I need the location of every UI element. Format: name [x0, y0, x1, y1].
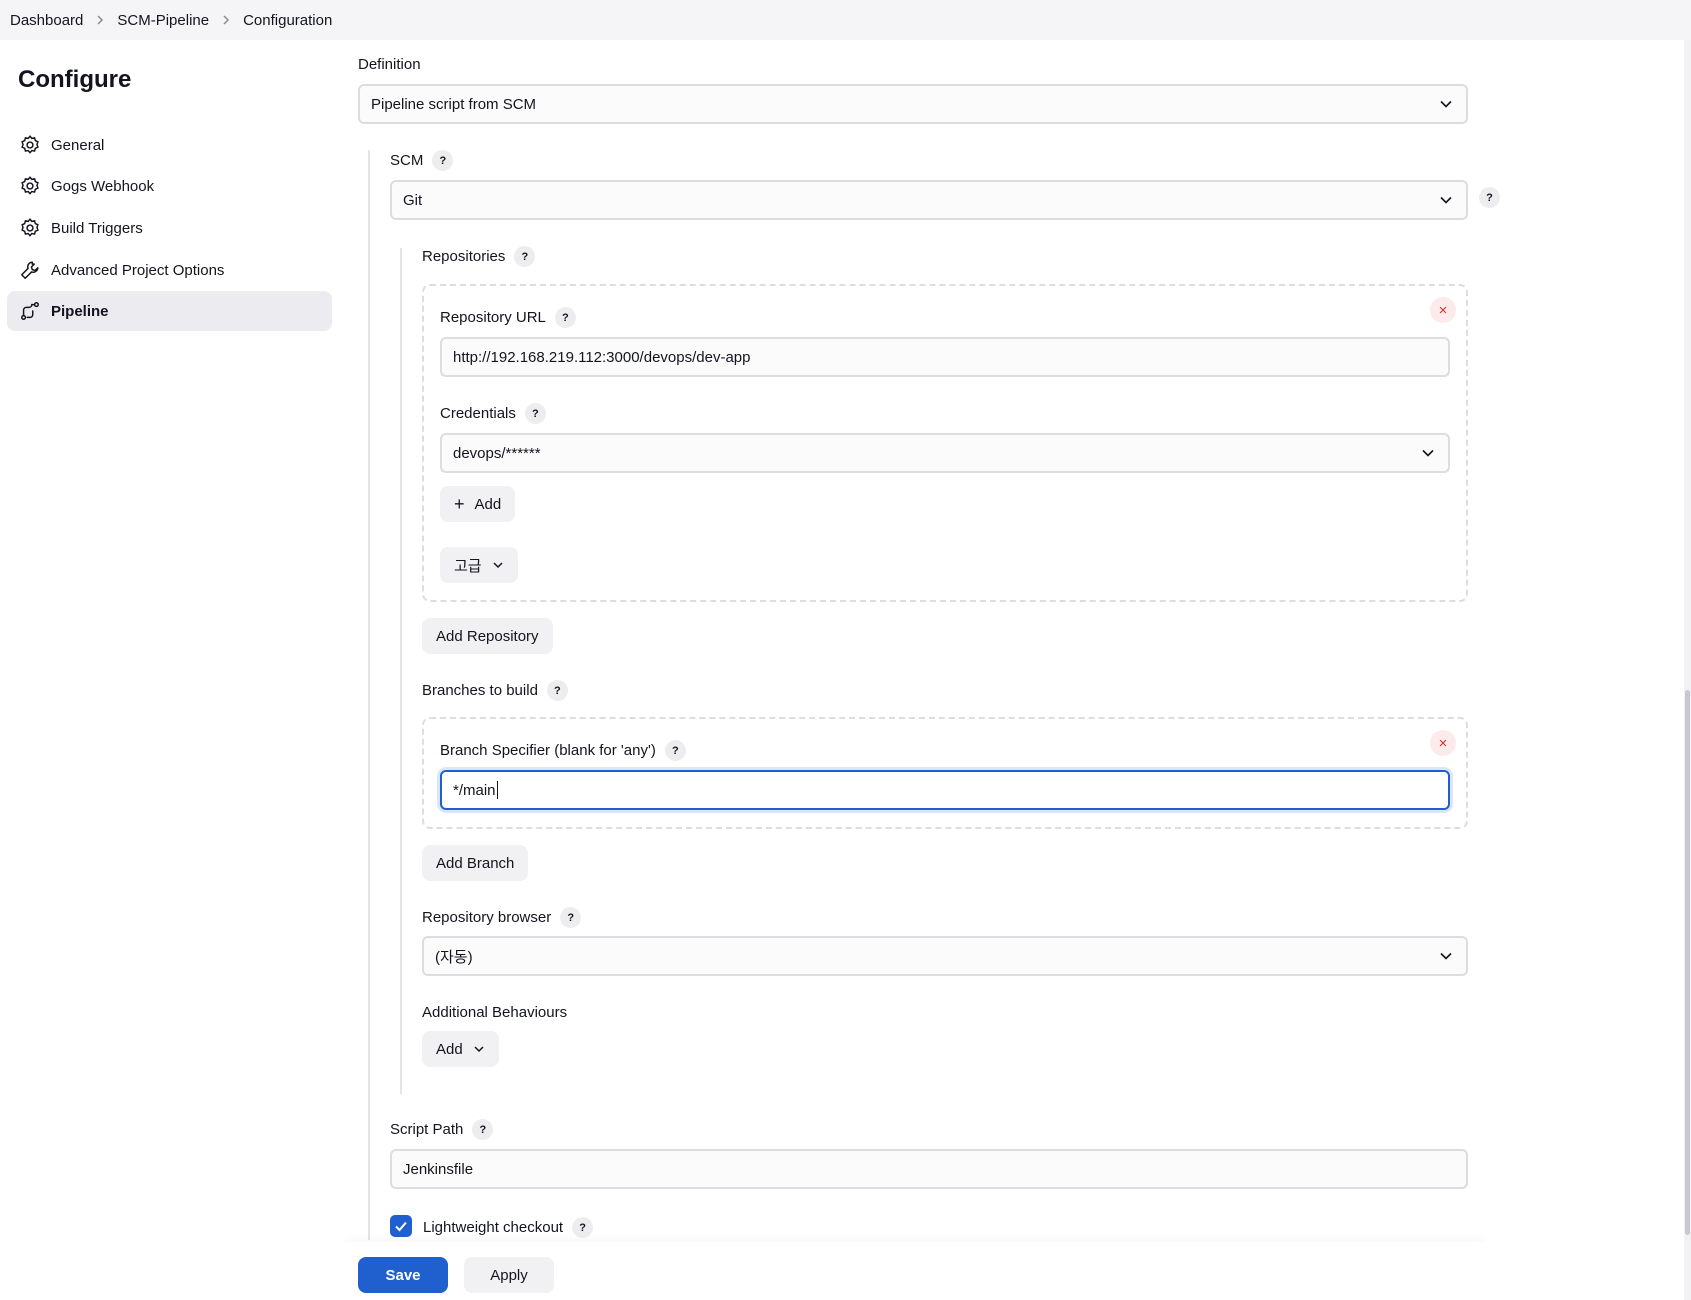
repository-browser-label-text: Repository browser: [422, 909, 552, 926]
lightweight-checkout-label: Lightweight checkout ?: [423, 1217, 594, 1238]
help-icon[interactable]: ?: [560, 907, 582, 928]
sidebar-item-label: General: [51, 136, 105, 154]
sidebar-item-general[interactable]: General: [7, 125, 332, 165]
repository-url-value: http://192.168.219.112:3000/devops/dev-a…: [453, 348, 751, 366]
apply-label: Apply: [490, 1266, 528, 1284]
breadcrumb: Dashboard SCM-Pipeline Configuration: [0, 0, 1691, 40]
script-path-input[interactable]: Jenkinsfile: [390, 1149, 1468, 1189]
page-title: Configure: [18, 66, 132, 93]
add-repository-button[interactable]: Add Repository: [422, 618, 553, 654]
add-credentials-button[interactable]: + Add: [440, 486, 516, 522]
gear-icon: [19, 134, 41, 156]
repository-url-input[interactable]: http://192.168.219.112:3000/devops/dev-a…: [440, 337, 1450, 377]
sidebar-item-label: Gogs Webhook: [51, 177, 155, 195]
script-path-label-text: Script Path: [390, 1121, 464, 1138]
branch-specifier-label: Branch Specifier (blank for 'any') ?: [440, 740, 686, 761]
advanced-label: 고급: [454, 557, 482, 575]
advanced-button[interactable]: 고급: [440, 547, 518, 583]
scm-select[interactable]: Git: [390, 180, 1468, 220]
chevron-down-icon: [1422, 449, 1434, 457]
help-icon[interactable]: ?: [432, 150, 454, 171]
help-icon[interactable]: ?: [472, 1119, 494, 1140]
section-indent-line: [368, 150, 370, 1240]
sidebar-item-advanced-project-options[interactable]: Advanced Project Options: [7, 250, 332, 290]
chevron-down-icon: [1440, 952, 1452, 960]
repositories-label-text: Repositories: [422, 248, 506, 265]
branches-label: Branches to build ?: [422, 680, 568, 701]
chevron-right-icon: [209, 15, 243, 25]
wrench-icon: [19, 259, 41, 281]
help-icon[interactable]: ?: [554, 307, 576, 328]
repository-browser-select[interactable]: (자동): [422, 936, 1468, 976]
sidebar-item-label: Pipeline: [51, 302, 109, 320]
script-path-label: Script Path ?: [390, 1119, 494, 1140]
scm-label-text: SCM: [390, 152, 424, 169]
add-credentials-label: Add: [474, 495, 502, 513]
save-button[interactable]: Save: [358, 1257, 448, 1293]
pipeline-icon: [19, 300, 41, 322]
chevron-down-icon: [493, 562, 503, 569]
plus-icon: +: [454, 494, 465, 514]
branches-label-text: Branches to build: [422, 682, 538, 699]
lightweight-checkout-checkbox[interactable]: [390, 1215, 412, 1237]
lightweight-checkout-label-text: Lightweight checkout: [423, 1219, 564, 1236]
help-icon[interactable]: ?: [1479, 187, 1500, 208]
repository-url-label-text: Repository URL: [440, 309, 546, 326]
chevron-right-icon: [83, 15, 117, 25]
branch-specifier-label-text: Branch Specifier (blank for 'any'): [440, 742, 656, 759]
sidebar-item-label: Advanced Project Options: [51, 261, 225, 279]
add-branch-label: Add Branch: [436, 854, 515, 872]
gear-icon: [19, 175, 41, 197]
breadcrumb-dashboard[interactable]: Dashboard: [10, 12, 83, 29]
help-icon[interactable]: ?: [524, 403, 546, 424]
help-icon[interactable]: ?: [664, 740, 686, 761]
chevron-down-icon: [1440, 196, 1452, 204]
check-icon: [395, 1221, 407, 1232]
definition-select[interactable]: Pipeline script from SCM: [358, 84, 1468, 124]
apply-button[interactable]: Apply: [464, 1257, 554, 1293]
text-cursor: [496, 781, 498, 799]
scrollbar-thumb[interactable]: [1685, 690, 1690, 1235]
remove-repository-icon[interactable]: ×: [1430, 297, 1456, 323]
chevron-down-icon: [474, 1046, 484, 1053]
add-repository-label: Add Repository: [436, 627, 539, 645]
additional-behaviours-label: Additional Behaviours: [422, 1004, 568, 1021]
branch-specifier-value: */main: [453, 781, 496, 799]
scm-label: SCM ?: [390, 150, 454, 171]
help-icon[interactable]: ?: [514, 246, 536, 267]
remove-branch-icon[interactable]: ×: [1430, 730, 1456, 756]
definition-label: Definition: [358, 56, 421, 73]
sidebar-item-pipeline[interactable]: Pipeline: [7, 291, 332, 331]
breadcrumb-scm-pipeline[interactable]: SCM-Pipeline: [117, 12, 209, 29]
credentials-label-text: Credentials: [440, 405, 516, 422]
git-indent-line: [400, 248, 402, 1094]
sidebar-item-label: Build Triggers: [51, 219, 143, 237]
credentials-value: devops/******: [453, 444, 541, 462]
repository-url-label: Repository URL ?: [440, 307, 576, 328]
gear-icon: [19, 217, 41, 239]
definition-value: Pipeline script from SCM: [371, 95, 537, 113]
add-behaviour-label: Add: [436, 1040, 463, 1058]
script-path-value: Jenkinsfile: [403, 1160, 474, 1178]
branch-specifier-input[interactable]: */main: [440, 770, 1450, 810]
sidebar-item-build-triggers[interactable]: Build Triggers: [7, 208, 332, 248]
sidebar-item-gogs-webhook[interactable]: Gogs Webhook: [7, 166, 332, 206]
add-behaviour-button[interactable]: Add: [422, 1031, 499, 1067]
credentials-select[interactable]: devops/******: [440, 433, 1450, 473]
chevron-down-icon: [1440, 100, 1452, 108]
help-icon[interactable]: ?: [572, 1217, 594, 1238]
breadcrumb-configuration[interactable]: Configuration: [243, 12, 332, 29]
repositories-label: Repositories ?: [422, 246, 536, 267]
credentials-label: Credentials ?: [440, 403, 546, 424]
help-icon[interactable]: ?: [546, 680, 568, 701]
scm-value: Git: [403, 191, 423, 209]
add-branch-button[interactable]: Add Branch: [422, 845, 529, 881]
repository-browser-label: Repository browser ?: [422, 907, 582, 928]
repository-browser-value: (자동): [435, 948, 473, 966]
